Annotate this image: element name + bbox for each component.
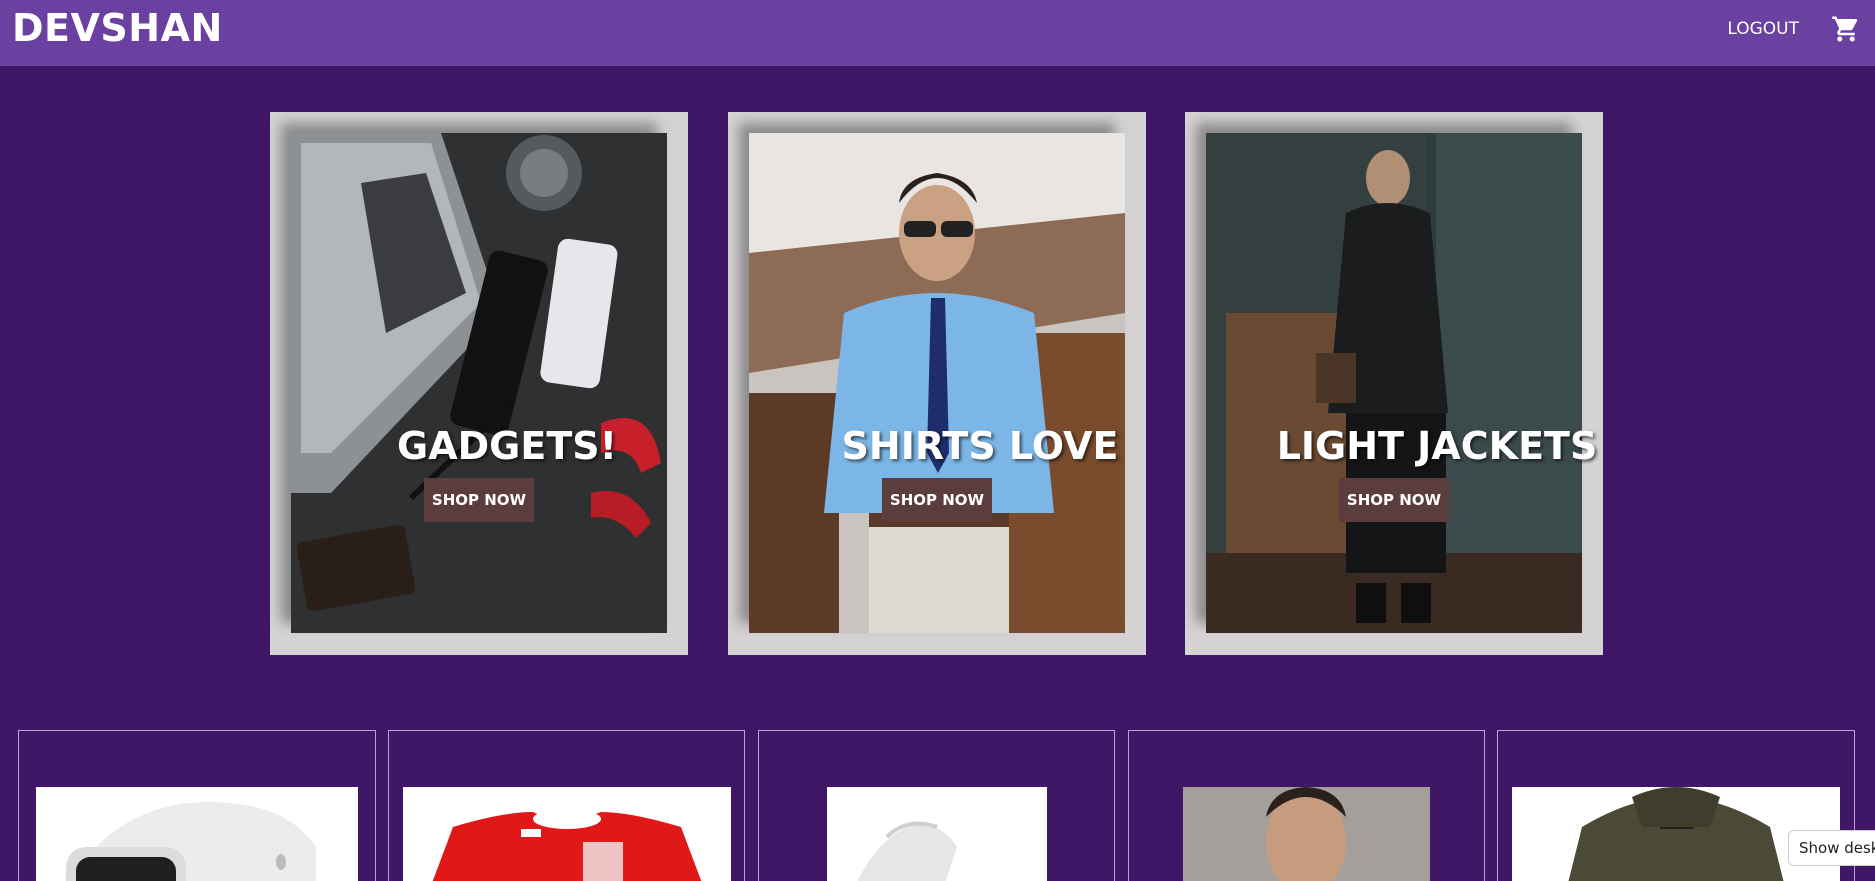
hero-title: GADGETS!: [397, 424, 617, 468]
product-card-shirt[interactable]: [1128, 730, 1485, 881]
white-sneaker-image: [827, 787, 1047, 881]
hero-card-shirts: SHIRTS LOVE SHOP NOW: [728, 112, 1146, 655]
shop-now-button[interactable]: SHOP NOW: [882, 478, 992, 522]
shop-now-button[interactable]: SHOP NOW: [424, 478, 534, 522]
jackets-image: [1206, 133, 1582, 633]
hero-title: LIGHT JACKETS: [1276, 424, 1598, 468]
shopping-cart-icon[interactable]: [1831, 14, 1861, 44]
hero-title: SHIRTS LOVE: [841, 424, 1119, 468]
show-desktop-tooltip: Show deskt: [1788, 830, 1875, 866]
top-navbar: DEVSHAN LOGOUT: [0, 0, 1875, 66]
product-card-sneaker[interactable]: [758, 730, 1115, 881]
logout-link[interactable]: LOGOUT: [1727, 19, 1799, 39]
brand-logo[interactable]: DEVSHAN: [12, 6, 223, 50]
product-card-tshirt[interactable]: [388, 730, 745, 881]
red-tshirt-image: [403, 787, 731, 881]
product-card-watch[interactable]: [18, 730, 376, 881]
hero-card-gadgets: GADGETS! SHOP NOW: [270, 112, 688, 655]
smart-watch-image: [36, 787, 358, 881]
hero-card-jackets: LIGHT JACKETS SHOP NOW: [1185, 112, 1603, 655]
gadgets-image: [291, 133, 667, 633]
shirts-image: [749, 133, 1125, 633]
shop-now-button[interactable]: SHOP NOW: [1339, 478, 1449, 522]
checked-shirt-image: [1183, 787, 1430, 881]
